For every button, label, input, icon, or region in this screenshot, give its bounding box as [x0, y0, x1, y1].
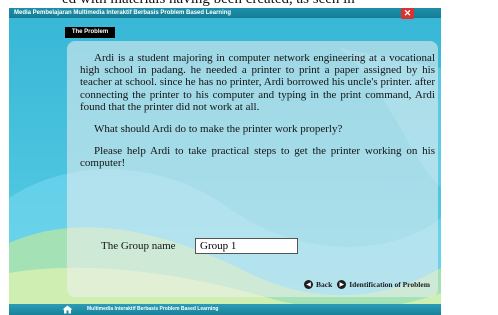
- group-name-label: The Group name: [101, 240, 176, 252]
- title-bar: Media Pembelajaran Multimedia Interaktif…: [9, 8, 441, 18]
- back-button[interactable]: ◀ Back: [304, 280, 332, 289]
- app-window: Media Pembelajaran Multimedia Interaktif…: [9, 8, 441, 315]
- section-tab: The Problem: [65, 27, 115, 38]
- home-icon[interactable]: [62, 305, 73, 314]
- group-name-input[interactable]: [195, 238, 298, 254]
- story-instruction: Please help Ardi to take practical steps…: [80, 145, 435, 170]
- window-title: Media Pembelajaran Multimedia Interaktif…: [14, 10, 232, 16]
- back-label: Back: [316, 280, 333, 289]
- next-label: Identification of Problem: [349, 280, 430, 289]
- page-caption-strip: ed with materials having been created, a…: [0, 0, 498, 8]
- problem-story: Ardi is a student majoring in computer n…: [80, 52, 435, 180]
- close-button[interactable]: ✕: [401, 8, 414, 19]
- page-caption-text: ed with materials having been created, a…: [62, 0, 355, 8]
- navigation-links: ◀ Back ▶ Identification of Problem: [304, 280, 430, 289]
- footer-text: Multimedia Interaktif Berbasis Problem B…: [87, 306, 219, 312]
- close-icon: ✕: [403, 8, 412, 18]
- story-question: What should Ardi do to make the printer …: [94, 123, 343, 136]
- left-arrow-circle-icon: ◀: [304, 280, 313, 289]
- bottom-bar: Multimedia Interaktif Berbasis Problem B…: [9, 304, 441, 315]
- next-button[interactable]: ▶ Identification of Problem: [337, 280, 430, 289]
- right-arrow-circle-icon: ▶: [337, 280, 347, 289]
- story-paragraph: Ardi is a student majoring in computer n…: [80, 52, 435, 113]
